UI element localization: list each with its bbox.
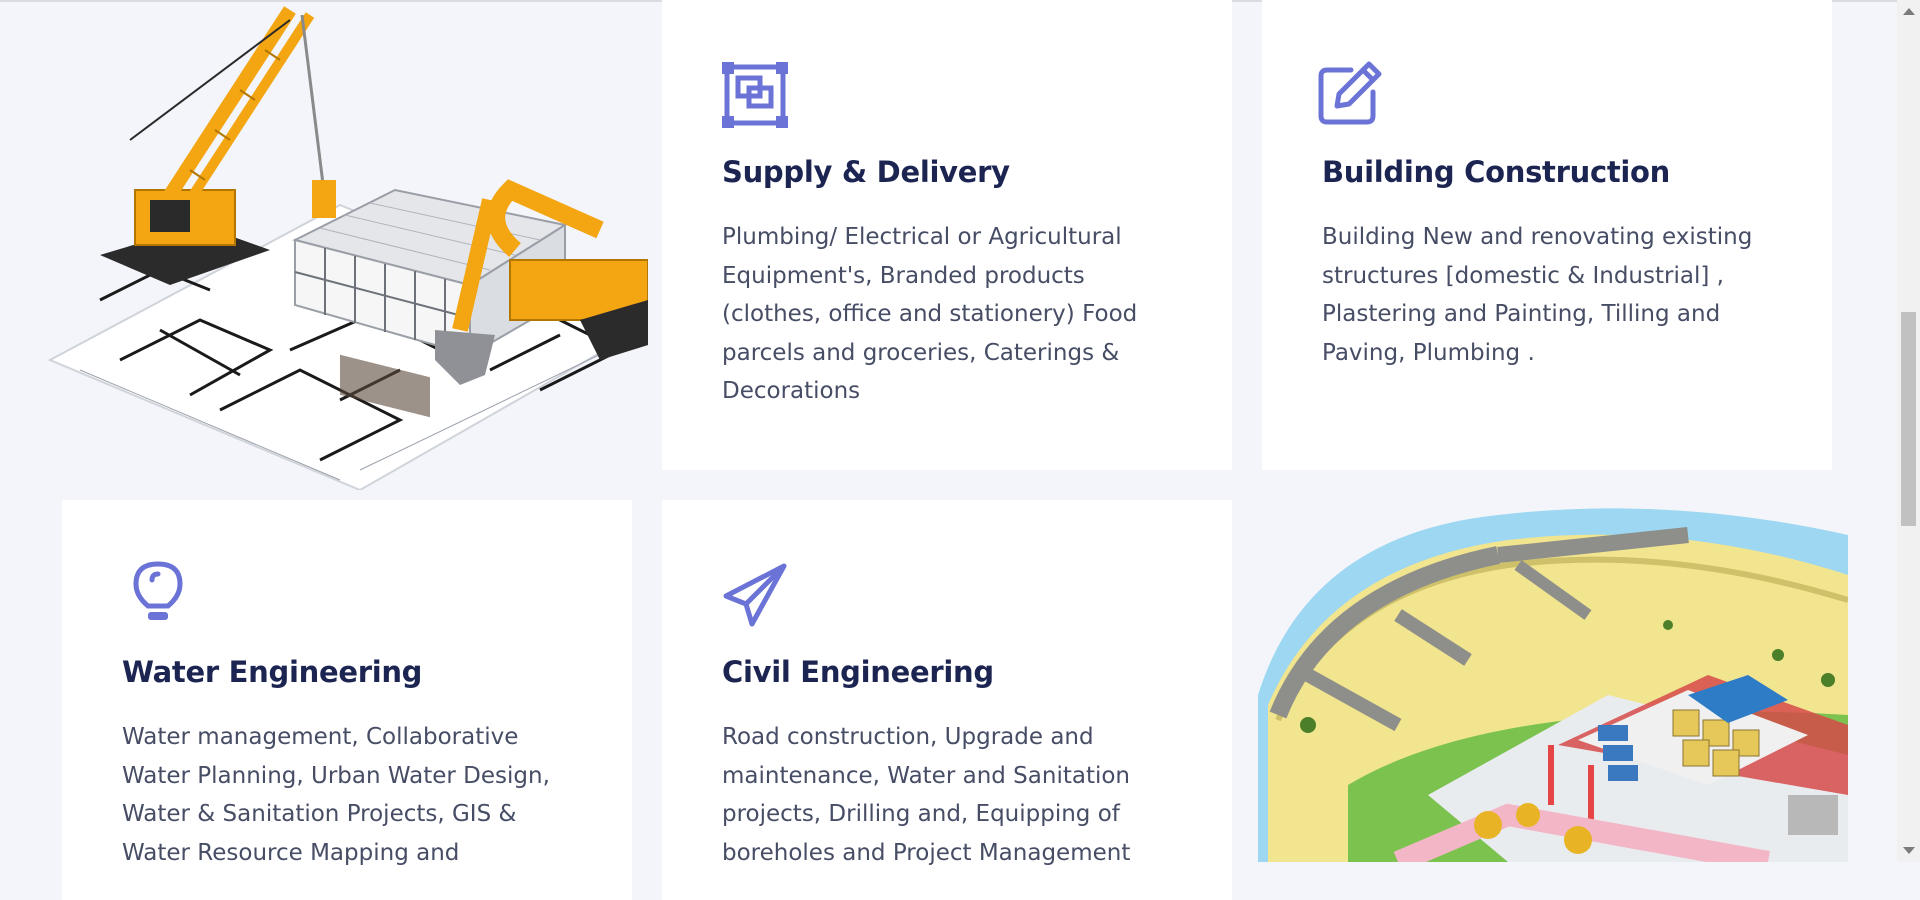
- service-card-supply-delivery: Supply & Delivery Plumbing/ Electrical o…: [662, 0, 1232, 470]
- service-title: Water Engineering: [122, 655, 423, 689]
- layers-icon: [722, 62, 788, 128]
- service-title: Supply & Delivery: [722, 155, 1010, 189]
- scroll-up-icon[interactable]: [1903, 8, 1915, 15]
- service-description: Plumbing/ Electrical or Agricultural Equ…: [722, 224, 1138, 404]
- service-title: Building Construction: [1322, 155, 1671, 189]
- service-title: Civil Engineering: [722, 655, 994, 689]
- scrollbar[interactable]: [1897, 0, 1920, 862]
- service-card-civil-engineering: Civil Engineering Road construction, Upg…: [662, 500, 1232, 900]
- edit-icon: [1318, 61, 1382, 125]
- scrollbar-thumb[interactable]: [1901, 312, 1916, 526]
- site-illustration: [1248, 495, 1848, 862]
- service-card-water-engineering: Water Engineering Water management, Coll…: [62, 500, 632, 900]
- scroll-down-icon[interactable]: [1903, 847, 1915, 854]
- service-description: Road construction, Upgrade and maintenan…: [722, 724, 1131, 866]
- service-card-building-construction: Building Construction Building New and r…: [1262, 0, 1832, 470]
- construction-illustration: [40, 0, 648, 490]
- paper-plane-icon: [723, 563, 787, 627]
- service-description: Water management, Collaborative Water Pl…: [122, 724, 550, 866]
- service-description: Building New and renovating existing str…: [1322, 224, 1753, 366]
- lightbulb-icon: [133, 561, 183, 620]
